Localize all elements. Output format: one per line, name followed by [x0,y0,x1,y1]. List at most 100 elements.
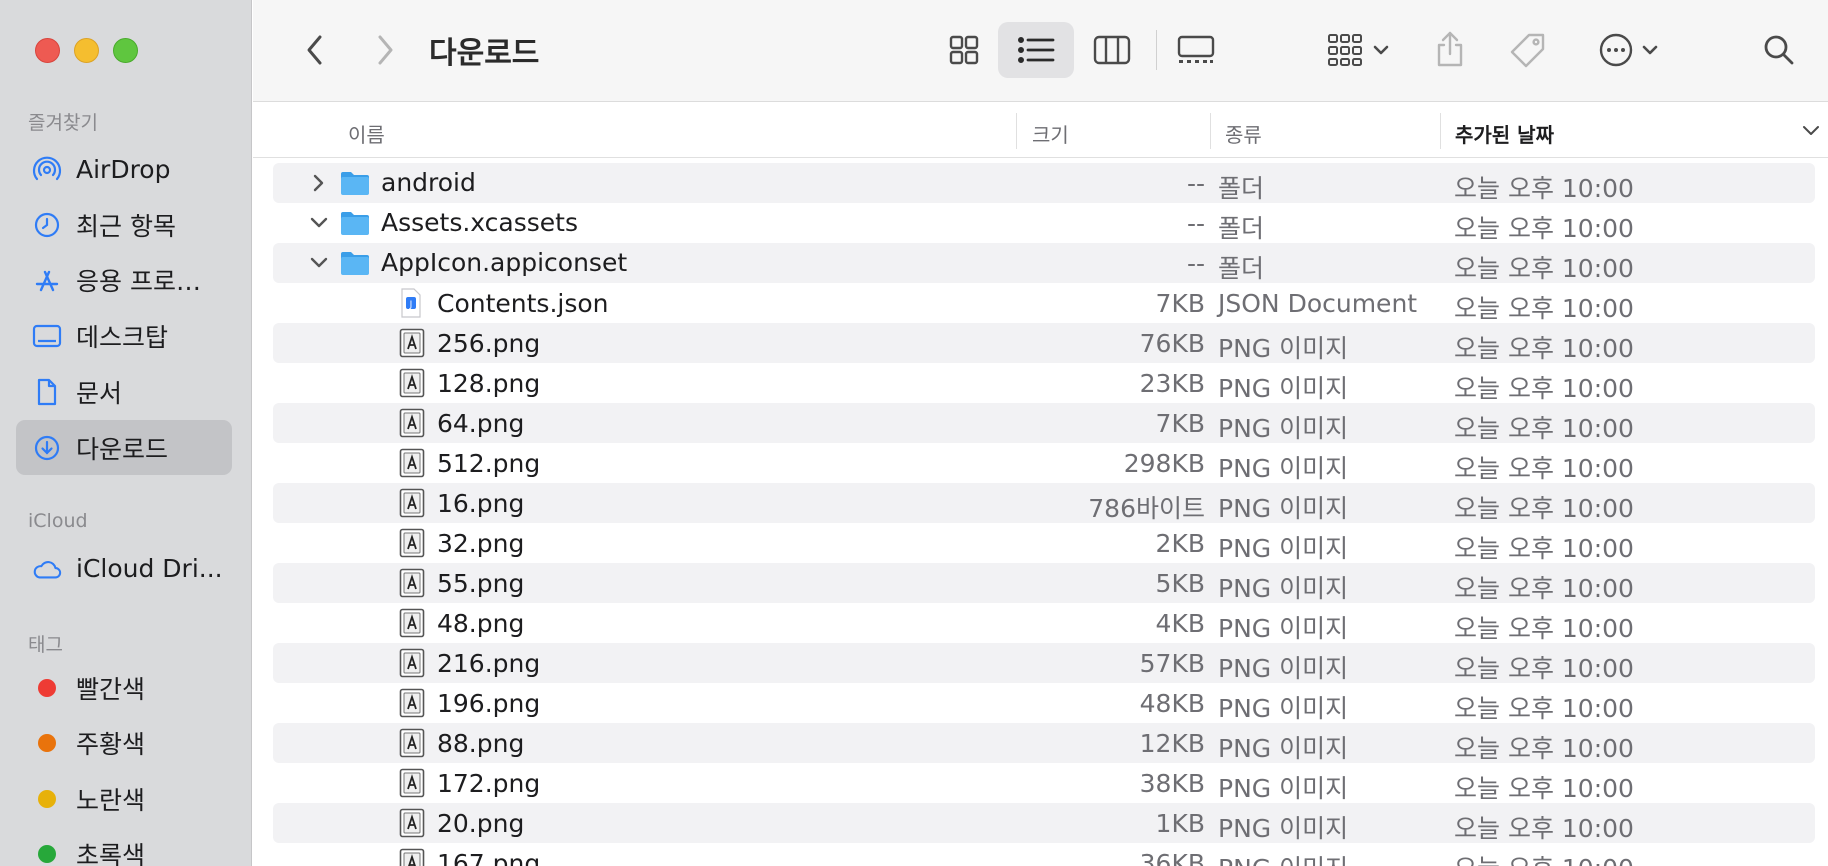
window-title: 다운로드 [429,36,540,71]
icon-view-button[interactable] [936,25,992,75]
column-header-name[interactable]: 이름 [348,119,385,148]
file-row[interactable]: 512.png 298KB PNG 이미지 오늘 오후 10:00 [273,443,1815,483]
tags-button[interactable] [1503,26,1553,76]
row-size-cell: 1KB [1155,809,1205,838]
sidebar-item-tag-yellow[interactable]: 노란색 [16,771,232,826]
sidebar-item-tag-orange[interactable]: 주황색 [16,715,232,770]
row-date-cell: 오늘 오후 10:00 [1454,414,1634,443]
zoom-window-button[interactable] [113,38,138,63]
file-row[interactable]: 32.png 2KB PNG 이미지 오늘 오후 10:00 [273,523,1815,563]
disclosure-expanded-icon[interactable] [309,213,329,233]
sidebar-item-downloads[interactable]: 다운로드 [16,420,232,475]
group-by-button[interactable] [1318,25,1398,75]
file-row[interactable]: 20.png 1KB PNG 이미지 오늘 오후 10:00 [273,803,1815,843]
file-row[interactable]: 48.png 4KB PNG 이미지 오늘 오후 10:00 [273,603,1815,643]
column-header-size[interactable]: 크기 [1032,119,1069,148]
row-name-label: 48.png [437,608,525,638]
toolbar: 다운로드 [253,0,1828,102]
file-row[interactable]: 55.png 5KB PNG 이미지 오늘 오후 10:00 [273,563,1815,603]
row-kind-cell: PNG 이미지 [1218,414,1349,443]
row-name-cell: 172.png [399,768,540,798]
cloud-icon [32,554,62,584]
row-kind-cell: PNG 이미지 [1218,694,1349,723]
gallery-view-button[interactable] [1166,25,1226,75]
row-kind-cell: 폴더 [1218,254,1265,283]
row-name-cell: AppIcon.appiconset [309,248,627,277]
file-row[interactable]: 196.png 48KB PNG 이미지 오늘 오후 10:00 [273,683,1815,723]
row-name-label: 64.png [437,408,525,438]
file-list: android -- 폴더 오늘 오후 10:00 Assets.xcassets -- 폴… [253,163,1828,866]
folder-row[interactable]: Assets.xcassets -- 폴더 오늘 오후 10:00 [273,203,1815,243]
row-date-cell: 오늘 오후 10:00 [1454,254,1634,283]
disclosure-collapsed-icon[interactable] [309,173,329,193]
document-icon [32,377,62,407]
row-name-cell: android [309,168,476,197]
row-date-cell: 오늘 오후 10:00 [1454,654,1634,683]
row-name-cell: 216.png [399,648,540,678]
close-window-button[interactable] [35,38,60,63]
png-file-icon [399,728,425,758]
tags-section-label: 태그 [28,634,63,656]
file-row[interactable]: 256.png 76KB PNG 이미지 오늘 오후 10:00 [273,323,1815,363]
chevron-down-icon [1373,45,1389,55]
folder-icon [339,170,371,196]
file-row[interactable]: 88.png 12KB PNG 이미지 오늘 오후 10:00 [273,723,1815,763]
folder-row[interactable]: android -- 폴더 오늘 오후 10:00 [273,163,1815,203]
file-row[interactable]: 64.png 7KB PNG 이미지 오늘 오후 10:00 [273,403,1815,443]
search-button[interactable] [1757,28,1801,72]
sidebar-item-tag-red[interactable]: 빨간색 [16,660,232,715]
sidebar-item-desktop[interactable]: 데스크탑 [16,308,232,363]
png-file-icon [399,648,425,678]
sidebar-item-icloud-drive[interactable]: iCloud Dri... [16,541,232,596]
sidebar-item-documents[interactable]: 문서 [16,364,232,419]
airdrop-icon [32,155,62,185]
file-row[interactable]: 216.png 57KB PNG 이미지 오늘 오후 10:00 [273,643,1815,683]
row-name-cell: J Contents.json [399,288,609,318]
columns-icon [1093,35,1131,65]
row-name-label: 20.png [437,808,525,838]
sidebar-item-tag-green[interactable]: 초록색 [16,826,232,866]
file-row[interactable]: 167.png 36KB PNG 이미지 오늘 오후 10:00 [273,843,1815,866]
row-kind-cell: PNG 이미지 [1218,774,1349,803]
share-button[interactable] [1428,24,1472,74]
file-row[interactable]: J Contents.json 7KB JSON Document 오늘 오후 10:0… [273,283,1815,323]
file-row[interactable]: 128.png 23KB PNG 이미지 오늘 오후 10:00 [273,363,1815,403]
sidebar-item-label: 문서 [76,378,123,408]
sidebar-item-recents[interactable]: 최근 항목 [16,197,232,252]
desktop-icon [32,321,62,351]
png-file-icon [399,328,425,358]
row-kind-cell: PNG 이미지 [1218,334,1349,363]
sidebar-item-applications[interactable]: 응용 프로… [16,252,232,307]
disclosure-expanded-icon[interactable] [309,253,329,273]
row-date-cell: 오늘 오후 10:00 [1454,774,1634,803]
row-name-cell: 64.png [399,408,524,438]
more-actions-button[interactable] [1588,25,1668,75]
row-size-cell: 38KB [1139,769,1205,798]
list-view-button[interactable] [998,22,1074,78]
favorites-section-label: 즐겨찾기 [28,112,98,134]
forward-button[interactable] [365,28,405,72]
sidebar-item-airdrop[interactable]: AirDrop [16,142,232,197]
row-name-cell: 128.png [399,368,540,398]
row-date-cell: 오늘 오후 10:00 [1454,294,1634,323]
row-kind-cell: PNG 이미지 [1218,374,1349,403]
column-header-date-added[interactable]: 추가된 날짜 [1455,119,1554,148]
search-icon [1764,35,1794,65]
file-row[interactable]: 16.png 786바이트 PNG 이미지 오늘 오후 10:00 [273,483,1815,523]
row-size-cell: -- [1186,169,1205,198]
row-size-cell: 57KB [1139,649,1205,678]
folder-row[interactable]: AppIcon.appiconset -- 폴더 오늘 오후 10:00 [273,243,1815,283]
row-date-cell: 오늘 오후 10:00 [1454,534,1634,563]
minimize-window-button[interactable] [74,38,99,63]
png-file-icon [399,488,425,518]
row-kind-cell: 폴더 [1218,214,1265,243]
row-date-cell: 오늘 오후 10:00 [1454,334,1634,363]
column-header-kind[interactable]: 종류 [1225,119,1262,148]
row-size-cell: 23KB [1139,369,1205,398]
column-view-button[interactable] [1084,25,1140,75]
file-row[interactable]: 172.png 38KB PNG 이미지 오늘 오후 10:00 [273,763,1815,803]
row-name-label: 216.png [437,648,541,678]
sort-descending-icon[interactable] [1802,125,1820,137]
back-button[interactable] [295,28,335,72]
gallery-icon [1177,35,1215,63]
